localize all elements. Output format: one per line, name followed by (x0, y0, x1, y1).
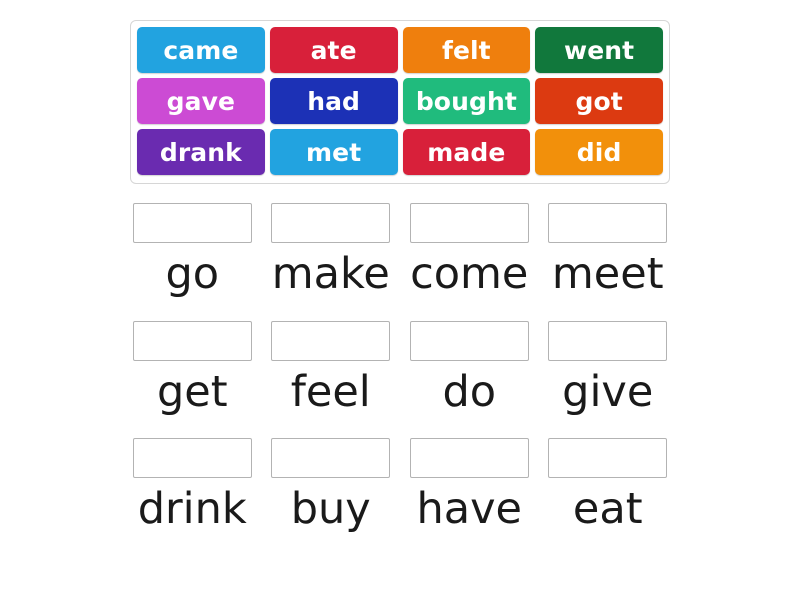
prompt-word: go (165, 249, 220, 299)
draggable-tile[interactable]: had (269, 78, 398, 124)
draggable-tile[interactable]: ate (269, 27, 398, 73)
drop-zone[interactable] (271, 203, 391, 243)
prompt-cell: make (269, 203, 394, 298)
drop-zone[interactable] (409, 438, 529, 479)
prompt-grid: go make come meet get feel do give drink… (130, 203, 670, 533)
drop-zone[interactable] (548, 320, 668, 361)
prompt-cell: feel (269, 320, 394, 417)
prompt-row: drink buy have eat (130, 438, 670, 533)
prompt-word: get (156, 366, 228, 417)
drop-zone[interactable] (132, 438, 252, 479)
activity-canvas: came ate felt went gave had bought got d… (0, 0, 800, 600)
draggable-tile[interactable]: gave (137, 78, 265, 124)
drop-zone[interactable] (132, 203, 252, 243)
draggable-tile[interactable]: went (535, 27, 663, 73)
prompt-cell: get (130, 320, 255, 417)
prompt-cell: come (407, 203, 532, 298)
prompt-cell: buy (269, 438, 394, 533)
prompt-cell: do (407, 320, 532, 417)
prompt-cell: eat (546, 438, 671, 533)
prompt-word: meet (551, 249, 664, 299)
drop-zone[interactable] (548, 438, 668, 479)
drop-zone[interactable] (409, 320, 529, 361)
prompt-word: come (410, 249, 529, 299)
draggable-tile[interactable]: felt (402, 27, 531, 73)
prompt-word: give (562, 366, 654, 417)
prompt-word: feel (290, 366, 371, 417)
drop-zone[interactable] (132, 320, 252, 361)
draggable-tile[interactable]: met (269, 129, 398, 175)
drop-zone[interactable] (548, 203, 668, 243)
prompt-cell: go (130, 203, 255, 298)
prompt-cell: have (407, 438, 532, 533)
prompt-word: do (442, 366, 497, 417)
draggable-tile[interactable]: bought (402, 78, 531, 124)
prompt-word: eat (572, 484, 643, 535)
word-bank: came ate felt went gave had bought got d… (130, 20, 670, 184)
prompt-cell: meet (546, 203, 671, 298)
word-bank-row: drank met made did (137, 129, 663, 175)
drop-zone[interactable] (271, 438, 391, 479)
prompt-row: get feel do give (130, 320, 671, 417)
prompt-cell: give (546, 320, 671, 417)
draggable-tile[interactable]: came (137, 27, 265, 73)
draggable-tile[interactable]: got (535, 78, 663, 124)
draggable-tile[interactable]: made (402, 129, 531, 175)
word-bank-row: gave had bought got (137, 78, 663, 124)
prompt-row: go make come meet (130, 203, 670, 298)
drop-zone[interactable] (271, 320, 391, 361)
prompt-word: make (271, 249, 390, 299)
drop-zone[interactable] (409, 203, 529, 243)
prompt-cell: drink (130, 438, 255, 533)
prompt-word: drink (137, 484, 247, 535)
prompt-word: buy (290, 484, 371, 535)
draggable-tile[interactable]: drank (137, 129, 265, 175)
word-bank-row: came ate felt went (137, 27, 663, 73)
prompt-word: have (416, 484, 522, 535)
draggable-tile[interactable]: did (535, 129, 663, 175)
